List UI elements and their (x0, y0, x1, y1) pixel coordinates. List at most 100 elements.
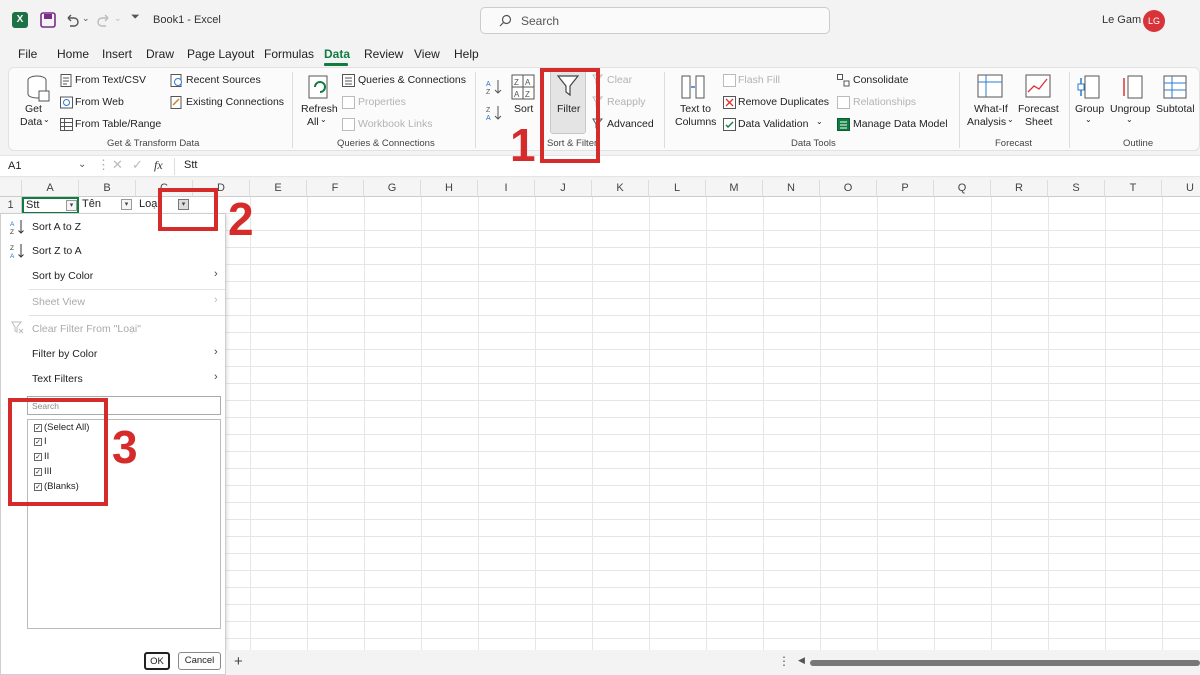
clear-filter-item[interactable]: Clear Filter From "Loại" (32, 323, 141, 335)
insert-function-icon[interactable]: fx (154, 158, 163, 173)
recent-sources-button[interactable]: Recent Sources (186, 74, 261, 86)
save-icon[interactable] (40, 12, 56, 28)
customize-quick-access-icon[interactable]: ⏷ (131, 11, 140, 24)
column-header[interactable]: R (991, 180, 1048, 197)
cell-b1[interactable]: Tên ▾ (79, 197, 136, 214)
what-if-analysis-button[interactable]: Analysis (967, 116, 1006, 128)
consolidate-button[interactable]: Consolidate (853, 74, 908, 86)
forecast-label[interactable]: Forecast (1018, 103, 1059, 115)
user-name[interactable]: Le Gam (1102, 14, 1141, 26)
undo-icon[interactable] (64, 12, 80, 28)
from-web-button[interactable]: From Web (75, 96, 124, 108)
column-header[interactable]: B (79, 180, 136, 197)
refresh-all-button[interactable]: All (307, 116, 319, 128)
column-header[interactable]: G (364, 180, 421, 197)
data-validation-button[interactable]: Data Validation (738, 118, 808, 130)
confirm-entry-icon[interactable]: ✓ (132, 157, 143, 173)
group-divider (292, 72, 293, 148)
add-sheet-icon[interactable]: + (234, 653, 243, 670)
sheet-view-item[interactable]: Sheet View (32, 296, 85, 308)
sort-a-to-z-item[interactable]: Sort A to Z (32, 221, 81, 233)
text-to-columns-button[interactable]: Columns (675, 116, 716, 128)
get-data-button[interactable]: Data (20, 116, 42, 128)
relationships-button[interactable]: Relationships (853, 96, 916, 108)
ungroup-button[interactable]: Ungroup (1110, 103, 1150, 115)
group-button[interactable]: Group (1075, 103, 1104, 115)
filter-dropdown-icon[interactable]: ▾ (66, 200, 77, 211)
column-header[interactable]: A (22, 180, 79, 197)
sort-by-color-item[interactable]: Sort by Color (32, 270, 93, 282)
tab-insert[interactable]: Insert (102, 47, 132, 61)
queries-group-label: Queries & Connections (337, 138, 435, 149)
remove-duplicates-button[interactable]: Remove Duplicates (738, 96, 829, 108)
filter-by-color-item[interactable]: Filter by Color (32, 348, 97, 360)
column-header[interactable]: E (250, 180, 307, 197)
ok-button[interactable]: OK (144, 652, 170, 670)
from-text-csv-button[interactable]: From Text/CSV (75, 74, 146, 86)
column-header[interactable]: M (706, 180, 763, 197)
tab-file[interactable]: File (18, 47, 37, 61)
what-if-label[interactable]: What-If (974, 103, 1008, 115)
tab-view[interactable]: View (414, 47, 440, 61)
column-header[interactable]: O (820, 180, 877, 197)
undo-dropdown-icon[interactable]: ⌄ (82, 13, 90, 24)
column-header[interactable]: F (307, 180, 364, 197)
existing-connections-button[interactable]: Existing Connections (186, 96, 284, 108)
tab-formulas[interactable]: Formulas (264, 47, 314, 61)
column-header[interactable]: P (877, 180, 934, 197)
column-header[interactable]: N (763, 180, 820, 197)
sort-button[interactable]: Sort (514, 103, 533, 115)
chevron-down-icon[interactable]: ⌄ (1126, 115, 1133, 124)
properties-button[interactable]: Properties (358, 96, 406, 108)
row-header[interactable]: 1 (0, 197, 22, 214)
select-all-corner[interactable] (0, 180, 22, 197)
flash-fill-button[interactable]: Flash Fill (738, 74, 780, 86)
name-box-dropdown-icon[interactable]: ⌄ (78, 159, 86, 170)
column-header[interactable]: I (478, 180, 535, 197)
text-filters-item[interactable]: Text Filters (32, 373, 83, 385)
filter-dropdown-icon[interactable]: ▾ (121, 199, 132, 210)
chevron-down-icon[interactable]: ⌄ (1085, 115, 1092, 124)
chevron-down-icon[interactable]: ⌄ (816, 117, 823, 126)
sort-a-z-icon[interactable]: AZ (485, 78, 503, 96)
column-header[interactable]: J (535, 180, 592, 197)
column-header[interactable]: K (592, 180, 649, 197)
tab-help[interactable]: Help (454, 47, 479, 61)
tab-data[interactable]: Data (324, 47, 350, 61)
subtotal-button[interactable]: Subtotal (1156, 103, 1195, 115)
horizontal-scrollbar[interactable] (810, 660, 1200, 666)
column-header[interactable]: L (649, 180, 706, 197)
scroll-left-icon[interactable]: ◀ (798, 655, 805, 666)
clear-button[interactable]: Clear (607, 74, 632, 86)
redo-dropdown-icon[interactable]: ⌄ (114, 13, 122, 24)
from-table-range-button[interactable]: From Table/Range (75, 118, 161, 130)
advanced-button[interactable]: Advanced (607, 118, 654, 130)
tab-draw[interactable]: Draw (146, 47, 174, 61)
column-header[interactable]: T (1105, 180, 1162, 197)
refresh-label[interactable]: Refresh (301, 103, 338, 115)
column-header[interactable]: U (1162, 180, 1200, 197)
column-header[interactable]: H (421, 180, 478, 197)
cancel-entry-icon[interactable]: ✕ (112, 157, 123, 173)
avatar[interactable]: LG (1143, 10, 1165, 32)
search-input[interactable]: Search (480, 7, 830, 34)
sort-z-to-a-item[interactable]: Sort Z to A (32, 245, 82, 257)
cancel-button[interactable]: Cancel (178, 652, 221, 670)
formula-input[interactable]: Stt (184, 159, 197, 171)
workbook-links-button[interactable]: Workbook Links (358, 118, 433, 130)
manage-data-model-button[interactable]: Manage Data Model (853, 118, 948, 130)
column-header[interactable]: Q (934, 180, 991, 197)
get-data-label[interactable]: Get (25, 103, 42, 115)
reapply-button[interactable]: Reapply (607, 96, 646, 108)
forecast-sheet-button[interactable]: Sheet (1025, 116, 1052, 128)
column-header[interactable]: S (1048, 180, 1105, 197)
queries-connections-button[interactable]: Queries & Connections (358, 74, 466, 86)
redo-icon[interactable] (96, 12, 112, 28)
more-options-icon[interactable]: ⋮ (778, 654, 790, 668)
cell-a1[interactable]: Stt ▾ (22, 197, 79, 214)
tab-page-layout[interactable]: Page Layout (187, 47, 254, 61)
sort-z-a-icon[interactable]: ZA (485, 104, 503, 122)
tab-review[interactable]: Review (364, 47, 403, 61)
tab-home[interactable]: Home (57, 47, 89, 61)
text-to-label[interactable]: Text to (680, 103, 711, 115)
